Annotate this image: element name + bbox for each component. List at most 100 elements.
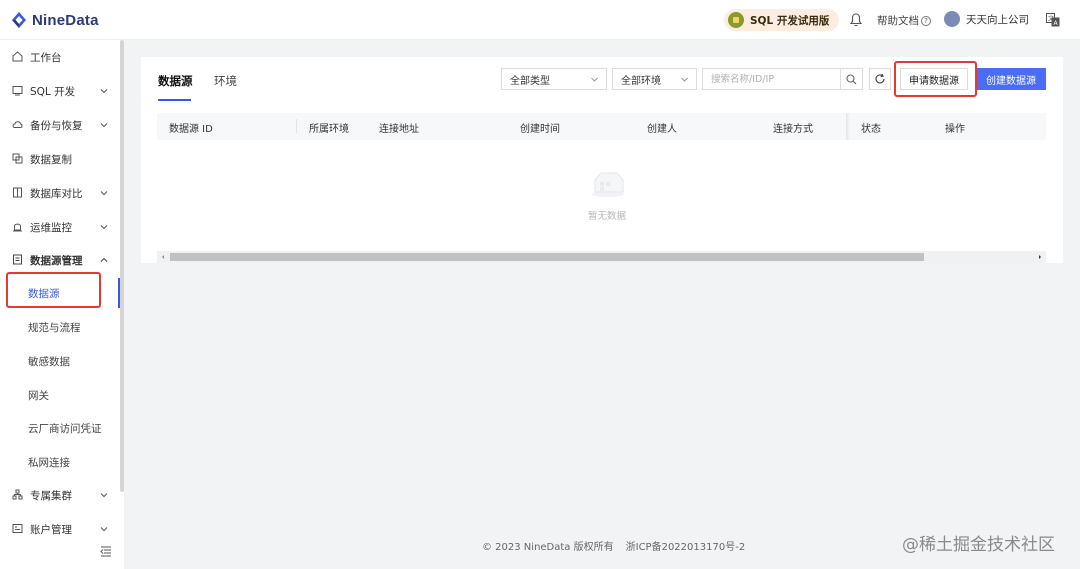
logo-text: NineData (32, 11, 99, 29)
sidebar-item-label: 专属集群 (30, 489, 72, 502)
tab-active-underline (158, 99, 191, 101)
column-divider (296, 119, 297, 133)
sql-trial-icon (728, 12, 744, 28)
sidebar-item-label: 账户管理 (30, 523, 72, 536)
sidebar-item-dedicated-cluster[interactable]: 专属集群 (0, 483, 118, 507)
sidebar-item-label: 网关 (28, 389, 49, 402)
sidebar-item-account[interactable]: 账户管理 (0, 517, 118, 541)
refresh-icon (875, 73, 885, 84)
sidebar: 工作台 SQL 开发 备份与恢复 数据复制 数据库对比 运维监控 数据源管理 数… (0, 40, 124, 569)
question-icon: ? (921, 15, 931, 26)
sidebar-item-compare[interactable]: 数据库对比 (0, 181, 118, 205)
sidebar-item-label: 数据源管理 (30, 254, 83, 267)
sidebar-scrollbar[interactable] (120, 40, 124, 492)
logo[interactable]: NineData (10, 10, 99, 30)
env-select[interactable]: 全部环境 (612, 68, 697, 90)
help-label: 帮助文档 (877, 15, 919, 27)
sidebar-item-label: 云厂商访问凭证 (28, 422, 102, 435)
chevron-up-icon (100, 257, 108, 262)
sidebar-item-label: 数据源 (28, 287, 60, 300)
help-docs-link[interactable]: 帮助文档 ? (877, 13, 931, 28)
fixed-column-shadow (846, 113, 850, 140)
sidebar-item-replication[interactable]: 数据复制 (0, 147, 118, 171)
create-datasource-button[interactable]: 创建数据源 (976, 68, 1046, 90)
sidebar-item-label: 私网连接 (28, 456, 70, 469)
table-header (157, 113, 1046, 140)
footer: © 2023 NineData 版权所有 浙ICP备2022013170号-2 (482, 538, 745, 553)
sidebar-item-sql-dev[interactable]: SQL 开发 (0, 79, 118, 103)
sidebar-item-backup[interactable]: 备份与恢复 (0, 113, 118, 137)
sql-dev-icon (12, 86, 23, 96)
cloud-backup-icon (12, 121, 23, 128)
scrollbar-thumb[interactable] (170, 253, 924, 261)
user-name: 天天向上公司 (966, 13, 1029, 26)
sidebar-item-monitoring[interactable]: 运维监控 (0, 215, 118, 239)
copyright-text: © 2023 NineData 版权所有 (482, 542, 614, 553)
column-header[interactable]: 创建人 (647, 120, 677, 135)
sidebar-subitem-datasource[interactable]: 数据源 (0, 281, 118, 305)
sidebar-item-workbench[interactable]: 工作台 (0, 45, 118, 69)
top-bar: NineData SQL 开发试用版 帮助文档 ? 天天向上公司 文 A (0, 0, 1080, 40)
sidebar-item-label: 规范与流程 (28, 321, 81, 334)
ninedata-logo-icon (12, 12, 26, 28)
type-select-value: 全部类型 (510, 75, 550, 87)
sidebar-item-datasource-management[interactable]: 数据源管理 (0, 248, 118, 272)
home-icon (12, 51, 23, 62)
alarm-icon (13, 223, 22, 232)
bell-icon[interactable] (850, 13, 862, 27)
sidebar-subitem-cloud-credentials[interactable]: 云厂商访问凭证 (0, 416, 118, 440)
column-header[interactable]: 连接地址 (379, 120, 419, 135)
type-select[interactable]: 全部类型 (501, 68, 607, 90)
sidebar-subitem-private-link[interactable]: 私网连接 (0, 450, 118, 474)
language-switch-icon[interactable]: 文 A (1046, 13, 1060, 27)
search-box (702, 68, 863, 90)
sidebar-item-label: 数据复制 (30, 153, 72, 166)
sidebar-item-label: SQL 开发 (30, 85, 76, 98)
chevron-down-icon (100, 493, 108, 498)
icp-link[interactable]: 浙ICP备2022013170号-2 (626, 538, 746, 553)
column-header[interactable]: 连接方式 (773, 120, 813, 135)
apply-datasource-button[interactable]: 申请数据源 (900, 68, 968, 90)
chevron-down-icon (100, 527, 108, 532)
sidebar-item-label: 数据库对比 (30, 187, 83, 200)
compare-icon (13, 187, 22, 198)
search-button[interactable] (840, 69, 862, 89)
column-header[interactable]: 创建时间 (520, 120, 560, 135)
sidebar-item-label: 工作台 (30, 51, 62, 64)
datasource-icon (13, 254, 22, 265)
active-indicator (118, 278, 120, 308)
watermark-text: @稀土掘金技术社区 (902, 535, 1055, 555)
account-icon (12, 524, 23, 533)
trial-label: SQL 开发试用版 (750, 14, 830, 27)
chevron-down-icon (100, 225, 108, 230)
sidebar-subitem-standards[interactable]: 规范与流程 (0, 315, 118, 339)
column-header[interactable]: 状态 (861, 120, 881, 135)
tab-environment[interactable]: 环境 (214, 73, 237, 89)
empty-state-icon (592, 172, 624, 197)
column-header[interactable]: 操作 (945, 120, 965, 135)
refresh-button[interactable] (869, 68, 891, 90)
collapse-sidebar-icon[interactable] (100, 546, 112, 557)
scroll-left-icon[interactable] (160, 254, 166, 260)
column-header[interactable]: 数据源 ID (169, 120, 213, 135)
sidebar-item-label: 敏感数据 (28, 355, 70, 368)
search-icon (846, 73, 857, 84)
replication-icon (12, 153, 23, 164)
trial-badge[interactable]: SQL 开发试用版 (724, 9, 840, 31)
chevron-down-icon (100, 191, 108, 196)
chevron-down-icon (100, 89, 108, 94)
tab-datasource[interactable]: 数据源 (158, 73, 193, 89)
chevron-down-icon (681, 77, 688, 82)
sidebar-subitem-sensitive-data[interactable]: 敏感数据 (0, 349, 118, 373)
user-menu[interactable]: 天天向上公司 (944, 11, 1029, 27)
search-input[interactable] (703, 69, 841, 89)
avatar (944, 11, 960, 27)
chevron-down-icon (100, 123, 108, 128)
sidebar-subitem-gateway[interactable]: 网关 (0, 383, 118, 407)
env-select-value: 全部环境 (621, 75, 661, 87)
scroll-right-icon[interactable] (1037, 254, 1043, 260)
sidebar-item-label: 运维监控 (30, 221, 72, 234)
column-header[interactable]: 所属环境 (309, 120, 349, 135)
empty-state-text: 暂无数据 (588, 211, 627, 222)
cluster-icon (12, 489, 23, 500)
